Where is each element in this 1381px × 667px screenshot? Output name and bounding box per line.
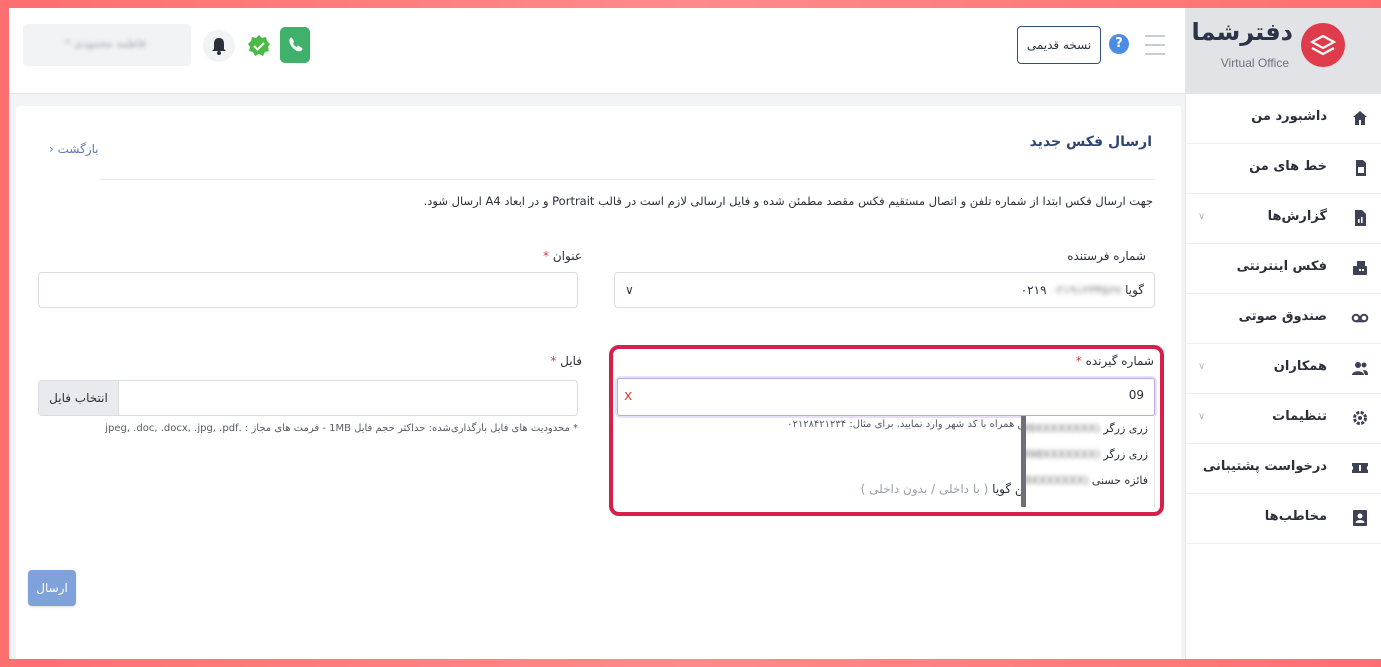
gear-icon [1353, 411, 1367, 425]
logo[interactable]: دفترشما Virtual Office [1186, 8, 1381, 94]
sim-card-icon [1356, 160, 1366, 176]
user-name: فاطمه محمودی * [65, 37, 146, 50]
sidebar-item-support[interactable]: درخواست پشتیبانی [1186, 444, 1381, 494]
divider [100, 179, 1155, 180]
sidebar-item-label: داشبورد من [1251, 109, 1327, 124]
sidebar-item-settings[interactable]: تنظیمات ∨ [1186, 394, 1381, 444]
chevron-left-icon: ‹ [49, 142, 54, 156]
fax-icon [1353, 261, 1367, 275]
chevron-down-icon: ∨ [625, 283, 634, 297]
sidebar-item-colleagues[interactable]: همکاران ∨ [1186, 344, 1381, 394]
home-icon [1353, 111, 1367, 125]
subject-label: عنوان * [543, 249, 582, 263]
file-hint: * محدودیت های فایل بارگذاری‌شده: حداکثر … [105, 423, 578, 434]
phone-icon[interactable] [280, 27, 310, 63]
user-menu[interactable]: فاطمه محمودی * [23, 24, 191, 66]
sender-label: شماره فرستنده [1067, 249, 1146, 263]
sender-value-tail: ۰۲۱۹ [1020, 283, 1047, 297]
sidebar-item-label: فکس اینترنتی [1236, 259, 1327, 274]
back-link-label: بازگشت [57, 142, 99, 156]
sidebar-item-reports[interactable]: گزارش‌ها ∨ [1186, 194, 1381, 244]
bell-icon[interactable] [203, 30, 235, 62]
sidebar-item-label: گزارش‌ها [1267, 209, 1327, 224]
sidebar-item-label: درخواست پشتیبانی [1202, 459, 1327, 474]
sender-value-prefix: گویا [1125, 283, 1144, 297]
highlight-annotation [609, 345, 1164, 516]
old-version-button[interactable]: نسخه قدیمی [1017, 26, 1101, 64]
app-frame: فاطمه محمودی * ? نسخه قدیمی دفترشما Virt… [9, 8, 1381, 659]
sender-value-hidden: ۰۲۱۹۱۲۳۴۵۶۷ [1050, 283, 1122, 297]
sender-value: گویا ۰۲۱۹۱۲۳۴۵۶۷ ۰۲۱۹ [1021, 283, 1144, 297]
sidebar-item-contacts[interactable]: مخاطب‌ها [1186, 494, 1381, 544]
sidebar-item-fax[interactable]: فکس اینترنتی [1186, 244, 1381, 294]
fax-notice: جهت ارسال فکس ابتدا از شماره تلفن و اتصا… [423, 194, 1153, 208]
report-icon [1355, 210, 1366, 226]
sidebar-nav: داشبورد من خط های من گزارش‌ها ∨ فکس اینت… [1186, 94, 1381, 544]
sidebar-item-dashboard[interactable]: داشبورد من [1186, 94, 1381, 144]
help-icon[interactable]: ? [1109, 34, 1129, 54]
send-button[interactable]: ارسال [28, 570, 76, 606]
sidebar-item-label: مخاطب‌ها [1264, 509, 1327, 524]
choose-file-button[interactable]: انتخاب فایل [39, 381, 119, 415]
chevron-down-icon: ∨ [1198, 211, 1206, 222]
sidebar-item-label: صندوق صوتی [1238, 309, 1327, 324]
logo-icon [1301, 23, 1345, 67]
ticket-icon [1352, 463, 1368, 473]
chevron-down-icon: ∨ [1198, 361, 1206, 372]
file-input[interactable]: انتخاب فایل [38, 380, 578, 416]
sender-select[interactable]: گویا ۰۲۱۹۱۲۳۴۵۶۷ ۰۲۱۹ ∨ [614, 272, 1155, 308]
verified-icon [247, 34, 271, 58]
subject-input[interactable] [38, 272, 578, 308]
sidebar-item-voicemail[interactable]: صندوق صوتی [1186, 294, 1381, 344]
sidebar-item-label: تنظیمات [1272, 409, 1327, 424]
contacts-icon [1353, 510, 1367, 526]
voicemail-icon [1351, 313, 1369, 323]
sidebar-item-lines[interactable]: خط های من [1186, 144, 1381, 194]
menu-icon[interactable] [1145, 35, 1165, 57]
brand-subtitle: Virtual Office [1220, 56, 1289, 70]
chevron-down-icon: ∨ [1198, 411, 1206, 422]
users-icon [1352, 362, 1368, 375]
sidebar-item-label: همکاران [1273, 359, 1327, 374]
sidebar: دفترشما Virtual Office داشبورد من خط های… [1185, 8, 1381, 659]
sidebar-item-label: خط های من [1249, 159, 1327, 174]
back-link[interactable]: بازگشت ‹ [49, 142, 99, 156]
page-title: ارسال فکس جدید [1029, 134, 1152, 150]
top-header: فاطمه محمودی * ? نسخه قدیمی [9, 8, 1185, 94]
brand-name: دفترشما [1191, 18, 1293, 46]
file-label: فایل * [550, 354, 582, 368]
